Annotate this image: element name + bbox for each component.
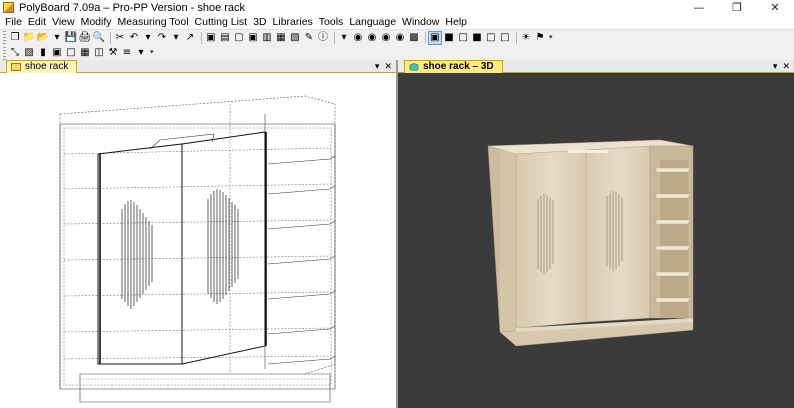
export-icon[interactable]: ↗ — [184, 32, 196, 44]
logo-icon[interactable]: ▩ — [408, 32, 420, 44]
globe-3-icon[interactable]: ◉ — [380, 32, 392, 44]
view-front-icon[interactable]: ▣ — [428, 30, 442, 45]
view-box-icon[interactable]: □ — [457, 32, 469, 44]
menu-tools[interactable]: Tools — [316, 15, 347, 29]
menu-cutting-list[interactable]: Cutting List — [192, 15, 251, 29]
panel-icon[interactable]: ▥ — [261, 32, 273, 44]
undo-arrow-icon[interactable]: ▾ — [142, 32, 154, 44]
3d-viewport[interactable] — [398, 74, 794, 408]
stack-icon[interactable]: ▦ — [275, 32, 287, 44]
wireframe-viewport[interactable] — [0, 74, 396, 408]
toolbar-separator — [110, 31, 111, 44]
pane-close-button[interactable]: ✕ — [782, 62, 790, 72]
view-green-icon[interactable]: ■ — [443, 32, 455, 44]
panel-outline-icon[interactable]: □ — [65, 47, 77, 59]
document-tab-icon — [11, 63, 21, 71]
wireframe-tabstrip: shoe rack ▾ ✕ — [0, 60, 396, 73]
hammer-icon[interactable]: ⚒ — [107, 47, 119, 59]
close-button[interactable]: ✕ — [756, 0, 794, 15]
title-bar: PolyBoard 7.09a – Pro-PP Version - shoe … — [0, 0, 794, 15]
restore-button[interactable]: ❐ — [718, 0, 756, 15]
double-box-icon[interactable]: ▣ — [247, 32, 259, 44]
toolbar-separator — [516, 31, 517, 44]
toolbar-grip[interactable] — [3, 46, 6, 60]
select-tool-icon[interactable]: ▧ — [23, 47, 35, 59]
toolbar-separator — [201, 31, 202, 44]
print-icon[interactable]: 🖨 — [79, 32, 92, 44]
cut-icon[interactable]: ✂ — [114, 32, 126, 44]
pane-menu-button[interactable]: ▾ — [773, 62, 778, 72]
lines-icon[interactable]: ≡ — [121, 47, 133, 59]
tag-icon[interactable]: ⚑ — [534, 32, 546, 44]
undo-icon[interactable]: ↶ — [128, 32, 140, 44]
tab-label: shoe rack – 3D — [423, 61, 494, 72]
menu-3d[interactable]: 3D — [250, 15, 269, 29]
menu-file[interactable]: File — [2, 15, 25, 29]
3d-tabstrip: shoe rack – 3D ▾ ✕ — [398, 60, 794, 73]
window-controls: — ❐ ✕ — [680, 0, 794, 15]
toolbar-separator — [425, 31, 426, 44]
3d-cube-tab-icon — [409, 63, 419, 71]
toolbar-overflow-button[interactable]: ▾ — [150, 47, 156, 59]
arrow-down-icon[interactable]: ▾ — [135, 47, 147, 59]
app-window: PolyBoard 7.09a – Pro-PP Version - shoe … — [0, 0, 794, 408]
menu-measuring-tool[interactable]: Measuring Tool — [115, 15, 192, 29]
pane-menu-button[interactable]: ▾ — [375, 62, 380, 72]
globe-icon[interactable]: ◉ — [352, 32, 364, 44]
open-folder-icon[interactable]: 📂 — [37, 32, 49, 44]
pane-close-button[interactable]: ✕ — [384, 62, 392, 72]
view-green-box-icon[interactable]: ■ — [471, 32, 483, 44]
more-arrow-icon[interactable]: ▾ — [51, 32, 63, 44]
tab-label: shoe rack — [25, 61, 69, 72]
lightbulb-icon[interactable]: ☀ — [520, 32, 532, 44]
menu-modify[interactable]: Modify — [78, 15, 115, 29]
split-icon[interactable]: ◫ — [93, 47, 105, 59]
view-outline-2-icon[interactable]: □ — [499, 32, 511, 44]
menu-view[interactable]: View — [49, 15, 78, 29]
shaded-box-icon[interactable]: ▤ — [219, 32, 231, 44]
stack-copy-icon[interactable]: ▧ — [289, 32, 301, 44]
new-folder-icon[interactable]: 📁 — [23, 32, 35, 44]
menu-window[interactable]: Window — [399, 15, 442, 29]
globe-2-icon[interactable]: ◉ — [366, 32, 378, 44]
new-file-icon[interactable]: ❐ — [9, 32, 21, 44]
pane-controls: ▾ ✕ — [370, 60, 392, 73]
minimize-button[interactable]: — — [680, 0, 718, 15]
print-preview-icon[interactable]: 🔍 — [93, 32, 105, 44]
panel-red-icon[interactable]: ▮ — [37, 47, 49, 59]
menu-language[interactable]: Language — [346, 15, 399, 29]
info-icon[interactable]: ⓘ — [317, 32, 329, 44]
tab-shoe-rack-3d[interactable]: shoe rack – 3D — [404, 60, 503, 73]
wireframe-drawing — [0, 74, 396, 408]
open-box-icon[interactable]: ▢ — [233, 32, 245, 44]
wireframe-pane: shoe rack ▾ ✕ — [0, 60, 396, 408]
menu-help[interactable]: Help — [442, 15, 470, 29]
3d-pane: shoe rack – 3D ▾ ✕ — [398, 60, 794, 408]
view-outline-icon[interactable]: □ — [485, 32, 497, 44]
panel-frame-icon[interactable]: ▣ — [51, 47, 63, 59]
secondary-toolbar: ⤡ ▧ ▮ ▣ □ ▦ ◫ ⚒ ≡ ▾ ▾ — [0, 45, 794, 61]
polyboard-logo-icon — [3, 2, 14, 13]
toolbar-separator — [334, 31, 335, 44]
info-arrow-icon[interactable]: ▾ — [338, 32, 350, 44]
3d-render — [487, 139, 694, 347]
menu-bar: File Edit View Modify Measuring Tool Cut… — [0, 15, 794, 29]
tab-shoe-rack[interactable]: shoe rack — [6, 60, 78, 73]
redo-icon[interactable]: ↷ — [156, 32, 168, 44]
save-icon[interactable]: 💾 — [65, 32, 77, 44]
toolbar-grip[interactable] — [3, 31, 6, 44]
pencil-icon[interactable]: ✎ — [303, 32, 315, 44]
globe-4-icon[interactable]: ◉ — [394, 32, 406, 44]
cube-icon[interactable]: ▣ — [205, 32, 217, 44]
redo-arrow-icon[interactable]: ▾ — [170, 32, 182, 44]
toolbar-overflow-button[interactable]: ▾ — [549, 32, 555, 44]
pane-controls: ▾ ✕ — [768, 60, 790, 73]
menu-edit[interactable]: Edit — [25, 15, 49, 29]
menu-libraries[interactable]: Libraries — [270, 15, 316, 29]
measure-icon[interactable]: ⤡ — [9, 47, 21, 59]
main-toolbar: ❐ 📁 📂 ▾ 💾 🖨 🔍 ✂ ↶ ▾ ↷ ▾ ↗ ▣ ▤ ▢ ▣ ▥ ▦ ▧ ✎ ⓘ ▾ ◉ ◉ ◉ ◉ ▩ ▣ ■ □ ■ □ □ ☀ ⚑ ▾ — [0, 29, 794, 45]
grid-icon[interactable]: ▦ — [79, 47, 91, 59]
window-title: PolyBoard 7.09a – Pro-PP Version - shoe … — [19, 1, 246, 14]
